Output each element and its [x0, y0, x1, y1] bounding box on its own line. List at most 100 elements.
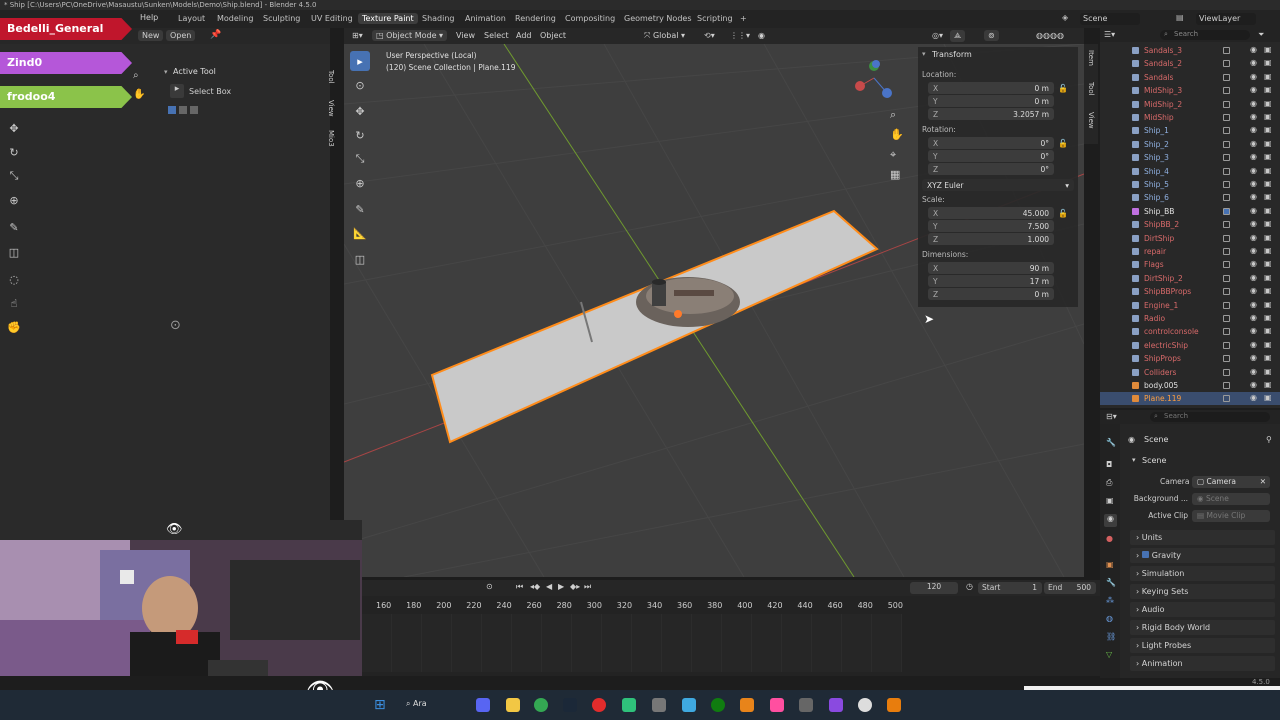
- current-frame-field[interactable]: 120: [910, 582, 958, 594]
- view-menu[interactable]: View: [452, 30, 479, 41]
- visibility-eye-icon[interactable]: ◉: [1250, 353, 1257, 362]
- world-tab-icon[interactable]: ●: [1106, 534, 1113, 543]
- render-camera-icon[interactable]: ▣: [1264, 233, 1272, 242]
- render-camera-icon[interactable]: ▣: [1264, 313, 1272, 322]
- app-icon[interactable]: [652, 698, 666, 712]
- scale-tool-icon[interactable]: ⤡: [4, 166, 24, 186]
- xbox-app-icon[interactable]: [622, 698, 636, 712]
- outliner-row[interactable]: controlconsole ◉ ▣: [1100, 325, 1280, 338]
- gravity-checkbox[interactable]: [1141, 551, 1149, 558]
- visibility-eye-icon[interactable]: ◉: [1250, 192, 1257, 201]
- visibility-eye-icon[interactable]: ◉: [1250, 313, 1257, 322]
- measure-tool-icon[interactable]: ✎: [350, 199, 370, 219]
- visibility-eye-icon[interactable]: ◉: [1250, 112, 1257, 121]
- visibility-eye-icon[interactable]: ◉: [1250, 85, 1257, 94]
- exclude-checkbox[interactable]: [1223, 167, 1230, 175]
- render-camera-icon[interactable]: ▣: [1264, 286, 1272, 295]
- tab-sculpting[interactable]: Sculpting: [259, 13, 304, 24]
- viewlayer-selector[interactable]: ViewLayer: [1196, 13, 1256, 25]
- location-y-field[interactable]: Y0 m: [928, 95, 1054, 107]
- outliner-row[interactable]: DirtShip ◉ ▣: [1100, 232, 1280, 245]
- render-camera-icon[interactable]: ▣: [1264, 246, 1272, 255]
- snap-icon[interactable]: ⋮⋮▾: [726, 30, 754, 41]
- render-tab-icon[interactable]: ◘: [1106, 460, 1112, 469]
- exclude-checkbox[interactable]: [1223, 87, 1230, 95]
- tab-layout[interactable]: Layout: [174, 13, 209, 24]
- visibility-eye-icon[interactable]: ◉: [1250, 125, 1257, 134]
- visibility-eye-icon[interactable]: ◉: [1250, 219, 1257, 228]
- render-camera-icon[interactable]: ▣: [1264, 353, 1272, 362]
- section-light-probes[interactable]: › Light Probes: [1130, 638, 1275, 653]
- visibility-eye-icon[interactable]: ◉: [1250, 259, 1257, 268]
- visibility-eye-icon[interactable]: ◉: [1250, 58, 1257, 67]
- visibility-eye-icon[interactable]: ◉: [1250, 380, 1257, 389]
- dimensions-x-field[interactable]: X 90 m: [928, 262, 1054, 274]
- add-menu[interactable]: Add: [512, 30, 536, 41]
- mode-extend-icon[interactable]: [179, 106, 187, 114]
- tab-uv-editing[interactable]: UV Editing: [307, 13, 357, 24]
- app-icon[interactable]: [682, 698, 696, 712]
- select-box-icon[interactable]: ▸: [170, 84, 184, 98]
- xbox-icon[interactable]: [711, 698, 725, 712]
- select-tool-icon[interactable]: ▸: [350, 51, 370, 71]
- orientation-dropdown[interactable]: ⤧ Global ▾: [640, 30, 689, 42]
- lasso-tool-icon[interactable]: ◌: [4, 269, 24, 289]
- outliner-row[interactable]: ShipBB_2 ◉ ▣: [1100, 218, 1280, 231]
- render-camera-icon[interactable]: ▣: [1264, 112, 1272, 121]
- outliner-row[interactable]: Ship_6 ◉ ▣: [1100, 191, 1280, 204]
- exclude-checkbox[interactable]: [1223, 194, 1230, 202]
- outliner-row[interactable]: repair ◉ ▣: [1100, 245, 1280, 258]
- hand-icon[interactable]: ✋: [133, 89, 145, 100]
- outliner-row[interactable]: Flags ◉ ▣: [1100, 258, 1280, 271]
- side-tab-mio3[interactable]: Mio3: [327, 130, 335, 147]
- viewport-scale-icon[interactable]: ⤡: [350, 149, 370, 169]
- search-icon[interactable]: ⌕: [133, 70, 139, 81]
- render-camera-icon[interactable]: ▣: [1264, 99, 1272, 108]
- overlay-toggle-icon[interactable]: ⊚: [984, 30, 999, 41]
- render-camera-icon[interactable]: ▣: [1264, 326, 1272, 335]
- render-camera-icon[interactable]: ▣: [1264, 125, 1272, 134]
- end-frame-field[interactable]: End 500: [1044, 582, 1096, 594]
- render-camera-icon[interactable]: ▣: [1264, 206, 1272, 215]
- render-camera-icon[interactable]: ▣: [1264, 179, 1272, 188]
- tab-shading[interactable]: Shading: [418, 13, 459, 24]
- side-tab-tool[interactable]: Tool: [327, 70, 335, 84]
- visibility-eye-icon[interactable]: ◉: [1250, 367, 1257, 376]
- move-tool-icon[interactable]: ✥: [4, 118, 24, 138]
- viewport-move-icon[interactable]: ✥: [350, 101, 370, 121]
- ruler-icon[interactable]: 📐: [350, 223, 370, 243]
- pan-icon[interactable]: ✋: [890, 128, 904, 141]
- outliner-row[interactable]: Ship_4 ◉ ▣: [1100, 165, 1280, 178]
- annotate-tool-icon[interactable]: ✎: [4, 217, 24, 237]
- chevron-down-icon[interactable]: ▾: [164, 68, 168, 76]
- data-tab-icon[interactable]: ▽: [1106, 650, 1112, 659]
- render-camera-icon[interactable]: ▣: [1264, 58, 1272, 67]
- visibility-eye-icon[interactable]: ◉: [1250, 246, 1257, 255]
- render-camera-icon[interactable]: ▣: [1264, 380, 1272, 389]
- app-icon[interactable]: [770, 698, 784, 712]
- dimensions-z-field[interactable]: Z0 m: [928, 288, 1054, 300]
- close-icon[interactable]: ✕: [1260, 477, 1266, 486]
- visibility-eye-icon[interactable]: ◉: [1250, 99, 1257, 108]
- prev-keyframe-icon[interactable]: ◂◆: [530, 582, 540, 591]
- timeline-track-area[interactable]: [362, 614, 902, 672]
- lock-icon[interactable]: 🔓: [1058, 139, 1068, 148]
- npanel-tab-view[interactable]: View: [1087, 112, 1095, 129]
- exclude-checkbox[interactable]: [1223, 181, 1230, 188]
- location-z-field[interactable]: Z 3.2057 m: [928, 108, 1054, 120]
- outliner-row[interactable]: Engine_1 ◉ ▣: [1100, 299, 1280, 312]
- visibility-eye-icon[interactable]: ◉: [1250, 393, 1257, 402]
- exclude-checkbox[interactable]: [1223, 47, 1230, 54]
- transform-tool-icon[interactable]: ⊕: [4, 190, 24, 210]
- render-camera-icon[interactable]: ▣: [1264, 192, 1272, 201]
- add-object-icon[interactable]: ◫: [350, 249, 370, 269]
- exclude-checkbox[interactable]: [1223, 382, 1230, 389]
- editor-type-icon[interactable]: ⊞▾: [348, 30, 367, 41]
- view-layer-tab-icon[interactable]: ▣: [1106, 496, 1114, 505]
- jump-start-icon[interactable]: ⏮: [516, 582, 523, 592]
- properties-editor-icon[interactable]: ⊟▾: [1106, 412, 1117, 421]
- active-clip-field[interactable]: ▤ Movie Clip: [1192, 510, 1270, 522]
- open-button[interactable]: Open: [166, 30, 196, 41]
- exclude-checkbox[interactable]: [1223, 127, 1230, 135]
- visibility-eye-icon[interactable]: ◉: [1250, 326, 1257, 335]
